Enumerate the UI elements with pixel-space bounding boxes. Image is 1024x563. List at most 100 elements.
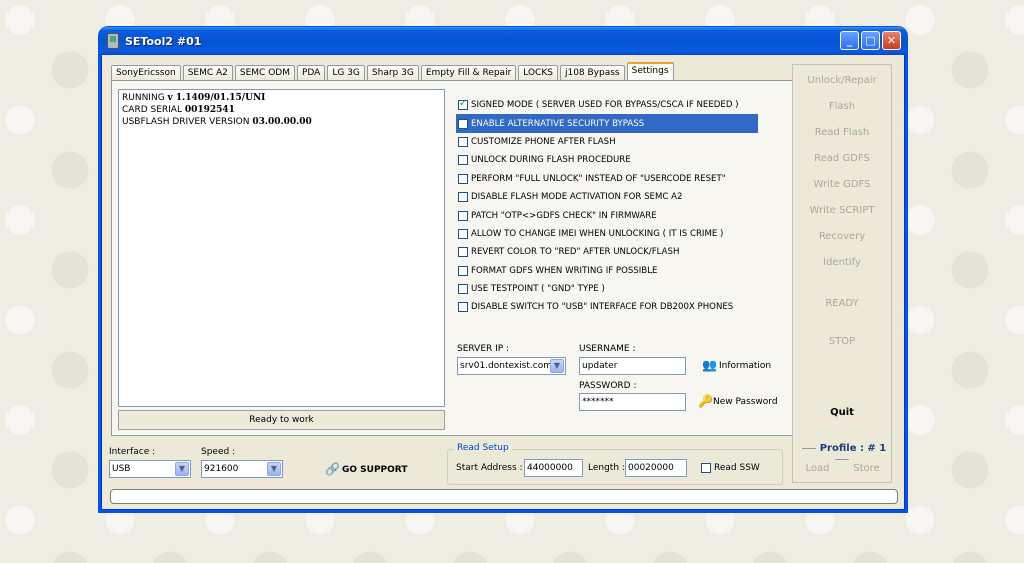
option-row[interactable]: USE TESTPOINT ( "GND" TYPE ) <box>456 280 758 298</box>
option-checkbox[interactable] <box>458 155 468 166</box>
option-row[interactable]: PERFORM "FULL UNLOCK" INSTEAD OF "USERCO… <box>456 170 758 188</box>
tab-sharp-3g[interactable]: Sharp 3G <box>366 65 419 80</box>
interface-select[interactable]: USB ▼ <box>109 460 191 478</box>
tab-empty-fill-repair[interactable]: Empty Fill & Repair <box>420 65 517 80</box>
option-row[interactable]: PATCH "OTP<>GDFS CHECK" IN FIRMWARE <box>456 206 758 224</box>
speed-select[interactable]: 921600 ▼ <box>201 460 283 478</box>
option-row[interactable]: ENABLE ALTERNATIVE SECURITY BYPASS <box>456 114 758 133</box>
option-checkbox[interactable] <box>458 192 468 203</box>
option-row[interactable]: FORMAT GDFS WHEN WRITING IF POSSIBLE <box>456 262 758 280</box>
minimize-button[interactable]: _ <box>840 31 859 50</box>
option-checkbox[interactable] <box>458 247 468 258</box>
option-label: USE TESTPOINT ( "GND" TYPE ) <box>471 284 605 295</box>
go-support-link[interactable]: GO SUPPORT <box>342 465 407 475</box>
option-row[interactable]: DISABLE SWITCH TO "USB" INTERFACE FOR DB… <box>456 298 758 316</box>
option-checkbox[interactable] <box>458 228 468 239</box>
status-text: Ready to work <box>118 410 445 430</box>
option-row[interactable]: CUSTOMIZE PHONE AFTER FLASH <box>456 133 758 151</box>
tab-strip: SonyEricsson SEMC A2 SEMC ODM PDA LG 3G Sharp… <box>111 62 674 80</box>
chevron-down-icon[interactable]: ▼ <box>175 462 189 476</box>
option-row[interactable]: DISABLE FLASH MODE ACTIVATION FOR SEMC A… <box>456 188 758 206</box>
tab-lg-3g[interactable]: LG 3G <box>327 65 365 80</box>
read-flash-button[interactable]: Read Flash <box>793 127 891 138</box>
option-checkbox[interactable] <box>458 173 468 184</box>
tab-semc-odm[interactable]: SEMC ODM <box>234 65 295 80</box>
length-label: Length : <box>588 463 625 473</box>
log-label: CARD SERIAL <box>122 105 185 115</box>
option-label: REVERT COLOR TO "RED" AFTER UNLOCK/FLASH <box>471 247 680 258</box>
server-ip-label: SERVER IP : <box>457 344 510 354</box>
read-setup-title: Read Setup <box>454 443 512 453</box>
identify-button[interactable]: Identify <box>793 257 891 268</box>
log-label: RUNNING <box>122 93 168 103</box>
log-value: 03.00.00.00 <box>252 117 312 127</box>
tab-settings[interactable]: Settings <box>626 62 674 80</box>
option-label: SIGNED MODE ( SERVER USED FOR BYPASS/CSC… <box>471 100 739 111</box>
option-label: CUSTOMIZE PHONE AFTER FLASH <box>471 136 616 147</box>
action-sidebar: Unlock/Repair Flash Read Flash Read GDFS… <box>792 64 892 483</box>
log-value: 00192541 <box>184 105 235 115</box>
maximize-button[interactable]: □ <box>861 31 880 50</box>
window-title: SETool2 #01 <box>125 34 202 48</box>
chevron-down-icon[interactable]: ▼ <box>267 462 281 476</box>
tab-j108-bypass[interactable]: j108 Bypass <box>559 65 625 80</box>
option-label: ENABLE ALTERNATIVE SECURITY BYPASS <box>471 118 645 129</box>
option-label: ALLOW TO CHANGE IMEI WHEN UNLOCKING ( IT… <box>471 228 724 239</box>
option-checkbox[interactable] <box>458 265 468 276</box>
quit-button[interactable]: Quit <box>793 407 891 418</box>
option-label: PATCH "OTP<>GDFS CHECK" IN FIRMWARE <box>471 210 657 221</box>
write-gdfs-button[interactable]: Write GDFS <box>793 179 891 190</box>
interface-value: USB <box>112 464 131 474</box>
settings-options: SIGNED MODE ( SERVER USED FOR BYPASS/CSC… <box>456 96 758 317</box>
information-link[interactable]: Information <box>719 361 771 371</box>
tab-sonyericsson[interactable]: SonyEricsson <box>111 65 181 80</box>
tab-pda[interactable]: PDA <box>296 65 326 80</box>
option-label: DISABLE SWITCH TO "USB" INTERFACE FOR DB… <box>471 302 734 313</box>
read-gdfs-button[interactable]: Read GDFS <box>793 153 891 164</box>
recovery-button[interactable]: Recovery <box>793 231 891 242</box>
username-field[interactable]: updater <box>579 357 686 375</box>
start-address-field[interactable]: 44000000 <box>524 459 583 477</box>
close-button[interactable]: ✕ <box>882 31 901 50</box>
option-row[interactable]: UNLOCK DURING FLASH PROCEDURE <box>456 151 758 169</box>
option-row[interactable]: ALLOW TO CHANGE IMEI WHEN UNLOCKING ( IT… <box>456 225 758 243</box>
option-label: PERFORM "FULL UNLOCK" INSTEAD OF "USERCO… <box>471 173 726 184</box>
support-icon: 🔗 <box>325 462 340 476</box>
stop-button[interactable]: STOP <box>793 336 891 347</box>
chevron-down-icon[interactable]: ▼ <box>550 359 564 373</box>
speed-label: Speed : <box>201 447 236 457</box>
tab-locks[interactable]: LOCKS <box>518 65 558 80</box>
option-checkbox[interactable] <box>458 98 468 111</box>
read-ssw-checkbox[interactable] <box>701 463 711 473</box>
length-field[interactable]: 00020000 <box>625 459 687 477</box>
option-checkbox[interactable] <box>458 284 468 295</box>
tab-semc-a2[interactable]: SEMC A2 <box>182 65 233 80</box>
unlock-repair-button[interactable]: Unlock/Repair <box>793 75 891 86</box>
ready-indicator: READY <box>825 298 859 309</box>
title-bar[interactable]: SETool2 #01 _ □ ✕ <box>99 27 907 55</box>
write-script-button[interactable]: Write SCRIPT <box>793 205 891 216</box>
store-button[interactable]: Store <box>842 463 891 474</box>
key-icon: 🔑 <box>698 394 713 408</box>
option-row[interactable]: REVERT COLOR TO "RED" AFTER UNLOCK/FLASH <box>456 243 758 261</box>
server-ip-value: srv01.dontexist.com <box>460 361 552 371</box>
username-label: USERNAME : <box>579 344 636 354</box>
option-checkbox[interactable] <box>458 210 468 221</box>
password-field[interactable]: ******* <box>579 393 686 411</box>
flash-button[interactable]: Flash <box>793 101 891 112</box>
option-label: DISABLE FLASH MODE ACTIVATION FOR SEMC A… <box>471 192 683 203</box>
option-checkbox[interactable] <box>458 118 468 129</box>
option-checkbox[interactable] <box>458 302 468 313</box>
read-setup-group: Read Setup Start Address : 44000000 Leng… <box>447 443 783 485</box>
option-checkbox[interactable] <box>458 136 468 147</box>
server-ip-select[interactable]: srv01.dontexist.com ▼ <box>457 357 566 375</box>
new-password-link[interactable]: New Password <box>713 397 778 407</box>
log-output[interactable]: RUNNING v 1.1409/01.15/UNI CARD SERIAL 0… <box>118 89 445 407</box>
settings-panel: RUNNING v 1.1409/01.15/UNI CARD SERIAL 0… <box>111 80 794 436</box>
password-label: PASSWORD : <box>579 381 637 391</box>
load-button[interactable]: Load <box>793 463 842 474</box>
progress-bar <box>110 489 898 504</box>
interface-label: Interface : <box>109 447 156 457</box>
option-row[interactable]: SIGNED MODE ( SERVER USED FOR BYPASS/CSC… <box>456 96 758 114</box>
speed-value: 921600 <box>204 464 239 474</box>
